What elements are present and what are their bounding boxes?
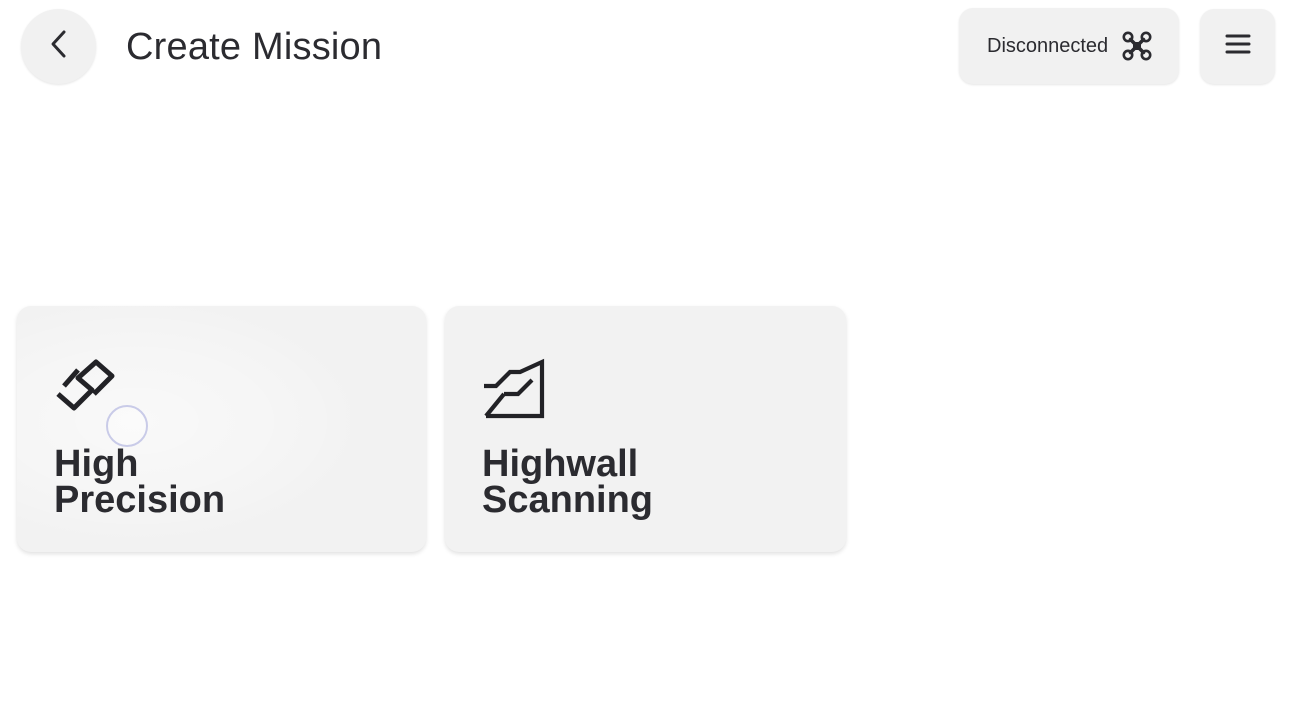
- connection-status-text: Disconnected: [987, 34, 1109, 57]
- page-title: Create Mission: [126, 26, 383, 68]
- menu-button[interactable]: [1200, 9, 1275, 84]
- mission-card-label: Highwall Scanning: [482, 443, 654, 521]
- back-button[interactable]: [21, 9, 96, 84]
- chevron-left-icon: [48, 29, 70, 64]
- zigzag-path-icon: [54, 358, 116, 425]
- mission-card-label: High Precision: [54, 443, 226, 521]
- connection-status-button[interactable]: Disconnected: [959, 8, 1179, 84]
- drone-icon: [1122, 31, 1152, 61]
- highwall-slope-icon: [482, 358, 546, 425]
- mission-card-high-precision[interactable]: High Precision: [17, 306, 426, 552]
- create-mission-screen: Create Mission Disconnected High Precisi…: [0, 0, 1292, 708]
- hamburger-menu-icon: [1225, 33, 1251, 60]
- mission-card-highwall-scanning[interactable]: Highwall Scanning: [445, 306, 846, 552]
